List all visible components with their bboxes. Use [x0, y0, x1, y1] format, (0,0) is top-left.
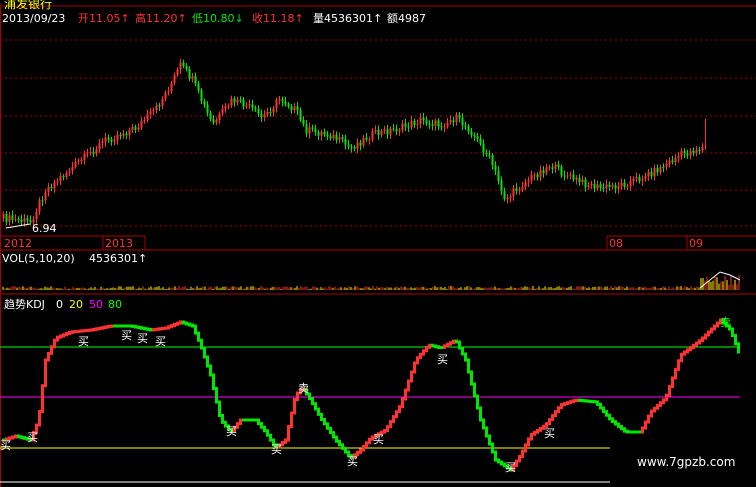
volume-bars [2, 271, 741, 290]
buy-signal-marker: 买 [121, 329, 132, 342]
month-label-09: 09 [689, 237, 703, 250]
date-label: 2013/09/23 [2, 12, 66, 25]
low-price: 低10.80↓ [192, 12, 244, 25]
buy-signal-marker: 买 [437, 353, 448, 366]
high-price: 高11.20↑ [135, 12, 187, 25]
volume-value: 4536301↑ [89, 252, 148, 265]
open-price: 开11.05↑ [78, 12, 130, 25]
amount-stat: 额4987 [387, 12, 426, 25]
low-marker-label: 6.94 [32, 222, 57, 235]
volume-title: VOL(5,10,20) [2, 252, 75, 265]
kdj-level-0: 0 [56, 298, 63, 311]
buy-signal-marker: 买 [27, 431, 38, 444]
buy-signal-marker: 买 [226, 425, 237, 438]
buy-signal-marker: 买 [373, 433, 384, 446]
watermark: www.7gpzb.com [637, 455, 736, 469]
buy-signal-marker: 买 [78, 335, 89, 348]
month-label-08: 08 [609, 237, 623, 250]
stock-chart-window: 浦发银行 2013/09/23 开11.05↑ 高11.20↑ 低10.80↓ … [0, 0, 756, 487]
sell-signal-marker: 卖 [298, 382, 309, 395]
price-candles [2, 58, 706, 228]
sell-signal-marker: 卖 [720, 316, 731, 329]
volume-stat: 量4536301↑ [313, 12, 383, 25]
kdj-title: 趋势KDJ [4, 298, 45, 311]
buy-signal-marker: 买 [505, 461, 516, 474]
close-price: 收11.18↑ [252, 12, 304, 25]
buy-signal-marker: 买 [155, 335, 166, 348]
year-label-2012: 2012 [4, 237, 32, 250]
buy-signal-marker: 买 [0, 439, 11, 452]
buy-signal-marker: 买 [544, 427, 555, 440]
stock-name: 浦发银行 [4, 0, 53, 11]
kdj-level-20: 20 [69, 298, 83, 311]
year-label-2013: 2013 [105, 237, 133, 250]
kdj-level-80: 80 [108, 298, 122, 311]
kdj-level-50: 50 [89, 298, 103, 311]
buy-signal-marker: 买 [347, 455, 358, 468]
buy-signal-marker: 买 [271, 443, 282, 456]
kdj-trend-line [2, 318, 740, 472]
buy-signal-marker: 买 [137, 332, 148, 345]
